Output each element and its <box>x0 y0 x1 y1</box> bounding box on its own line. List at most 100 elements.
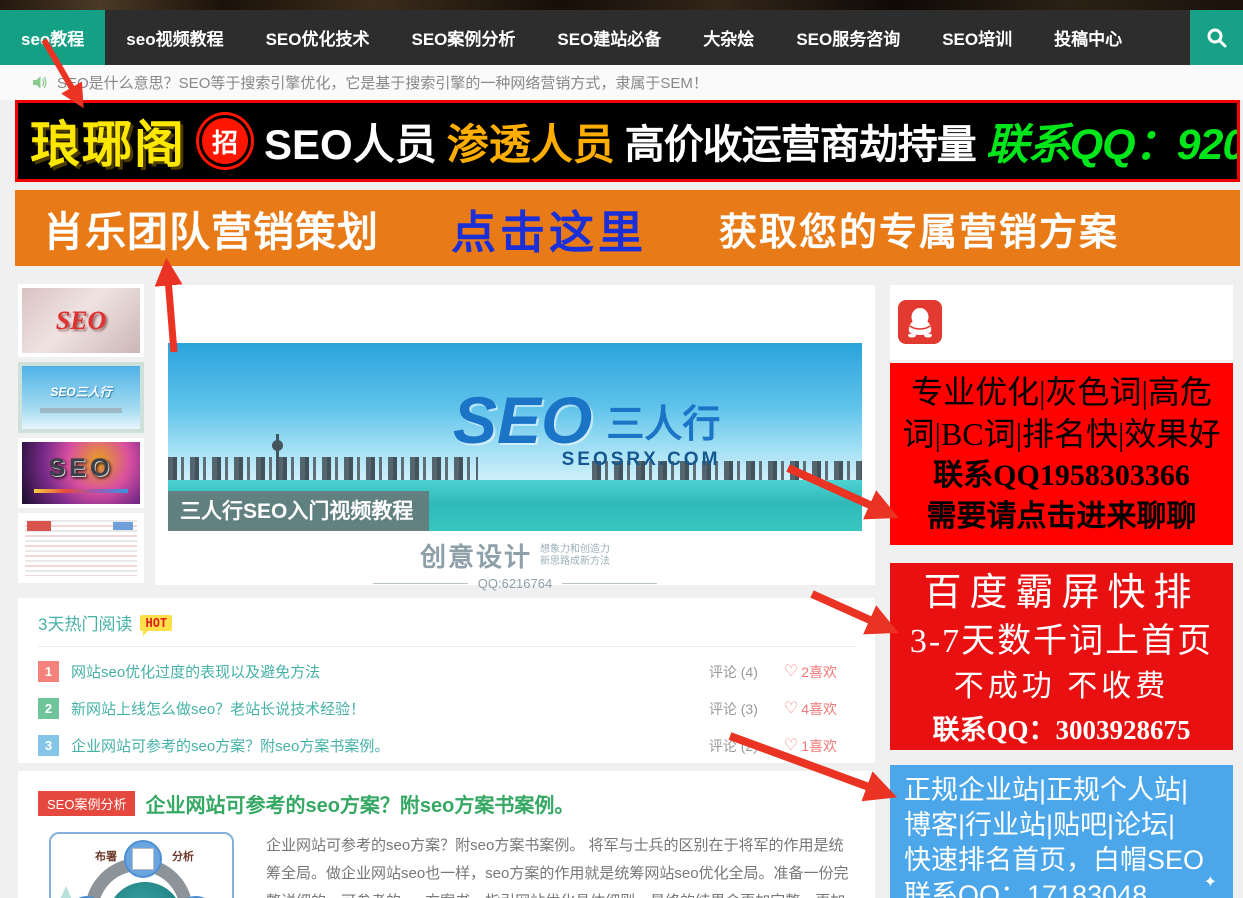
thumbnail-image-seo-colorful: SEO <box>22 442 140 504</box>
comments-link-1[interactable]: 评论 (4) <box>709 662 758 682</box>
recruit-contact-qq: 联系QQ：9205956 <box>986 110 1240 172</box>
thumbnail-text: SEO <box>49 454 114 483</box>
qq-contact-card <box>890 285 1233 360</box>
designer-watermark: 创意设计 想象力和创造力 新思路成新方法 QQ:6216764 <box>155 537 875 591</box>
diagram-node-top <box>124 840 162 878</box>
rank-badge-2: 2 <box>38 698 59 719</box>
ad-line: 快速排名首页，白帽SEO <box>904 843 1233 878</box>
thumbnail-serp-screenshot[interactable] <box>18 513 144 583</box>
search-icon <box>1206 27 1228 49</box>
skyline-left <box>168 457 478 482</box>
ad-contact-qq: 联系QQ：3003928675 <box>890 709 1233 750</box>
logo-seo-text: SEO <box>453 387 592 453</box>
recruit-ad-banner[interactable]: 琅琊阁 招 SEO人员 渗透人员 高价收运营商劫持量 联系QQ：9205956 <box>15 100 1240 182</box>
likes-count-2: 4喜欢 <box>801 699 837 719</box>
likes-link-3[interactable]: ♡1喜欢 <box>784 736 837 756</box>
tv-tower <box>276 434 279 482</box>
hot-list-item: 2 新网站上线怎么做seo？老站长说技术经验！ 评论 (3) ♡4喜欢 <box>38 690 855 727</box>
nav-item-seo-video[interactable]: seo视频教程 <box>105 10 244 65</box>
sidebar-ad-whitehat-seo[interactable]: 正规企业站|正规个人站| 博客|行业站|贴吧|论坛| 快速排名首页，白帽SEO … <box>890 765 1233 898</box>
article-title-link[interactable]: 企业网站可参考的seo方案？附seo方案书案例。 <box>145 789 574 818</box>
likes-count-3: 1喜欢 <box>801 736 837 756</box>
hot-post-link-2[interactable]: 新网站上线怎么做seo？老站长说技术经验！ <box>71 698 365 719</box>
comments-link-3[interactable]: 评论 (2) <box>709 736 758 756</box>
divider <box>38 646 855 647</box>
search-button[interactable] <box>1190 10 1243 65</box>
hot-post-link-3[interactable]: 企业网站可参考的seo方案？附seo方案书案例。 <box>71 735 389 756</box>
watermark-brand: 创意设计 <box>420 537 532 574</box>
ad-line: 专业优化|灰色词|高危 <box>890 371 1233 413</box>
seo-blog-homepage: seo教程 seo视频教程 SEO优化技术 SEO案例分析 SEO建站必备 大杂… <box>0 0 1243 898</box>
marketing-cta: 点击这里 <box>451 196 647 261</box>
thumbnail-seo-colorful[interactable]: SEO <box>18 438 144 508</box>
marketing-benefit: 获取您的专属营销方案 <box>719 201 1119 256</box>
logo-brand-text: 三人行 <box>606 393 720 448</box>
watermark-qq: QQ:6216764 <box>478 576 552 591</box>
featured-post-card: SEO 三人行 SEOSRX.COM 三人行SEO入门视频教程 创意设计 想象力… <box>155 285 875 585</box>
article-excerpt: 企业网站可参考的seo方案？附seo方案书案例。 将军与士兵的区别在于将军的作用… <box>266 832 854 898</box>
comments-link-2[interactable]: 评论 (3) <box>709 699 758 719</box>
diagram-label-deploy: 布署 <box>95 848 117 864</box>
category-tag[interactable]: SEO案例分析 <box>38 791 135 816</box>
likes-link-2[interactable]: ♡4喜欢 <box>784 699 837 719</box>
recruit-role-pentest: 渗透人员 <box>447 111 615 172</box>
thumbnail-list: SEO SEO三人行 SEO <box>18 284 144 588</box>
featured-caption: 三人行SEO入门视频教程 <box>168 491 429 531</box>
marketing-ad-banner[interactable]: 肖乐团队营销策划 点击这里 获取您的专属营销方案 <box>15 190 1240 266</box>
header-background-strip <box>0 0 1243 10</box>
rank-badge-1: 1 <box>38 661 59 682</box>
speaker-icon <box>32 75 49 90</box>
heart-icon: ♡ <box>784 738 798 754</box>
thumbnail-image-serp <box>22 517 140 579</box>
marketing-team-name: 肖乐团队营销策划 <box>43 198 379 258</box>
ad-line: 正规企业站|正规个人站| <box>904 773 1233 808</box>
sidebar-ad-gray-words[interactable]: 专业优化|灰色词|高危 词|BC词|排名快|效果好 联系QQ1958303366… <box>890 363 1233 545</box>
qq-penguin-icon <box>905 306 935 338</box>
thumbnail-seo-sanrenxing-selected[interactable]: SEO三人行 <box>18 362 144 433</box>
seosrx-logo: SEO 三人行 SEOSRX.COM <box>453 387 720 471</box>
thumbnail-image-seo-sanrenxing: SEO三人行 <box>22 366 140 429</box>
main-nav: seo教程 seo视频教程 SEO优化技术 SEO案例分析 SEO建站必备 大杂… <box>0 10 1243 65</box>
thumbnail-seo-red[interactable]: SEO <box>18 284 144 357</box>
likes-link-1[interactable]: ♡2喜欢 <box>784 662 837 682</box>
nav-item-seo-service[interactable]: SEO服务咨询 <box>775 10 921 65</box>
nav-item-misc[interactable]: 大杂烩 <box>682 10 775 65</box>
article-thumbnail-diagram[interactable]: 布署 分析 <box>49 832 234 898</box>
featured-hero-image[interactable]: SEO 三人行 SEOSRX.COM 三人行SEO入门视频教程 <box>168 343 862 531</box>
diagram-label-analyze: 分析 <box>172 848 194 864</box>
ad-line: 不成功 不收费 <box>890 665 1233 709</box>
hot-post-link-1[interactable]: 网站seo优化过度的表现以及避免方法 <box>71 661 320 682</box>
watermark-tagline-2: 新思路成新方法 <box>540 556 610 568</box>
qq-contact-button[interactable] <box>898 300 942 344</box>
hot-list-item: 3 企业网站可参考的seo方案？附seo方案书案例。 评论 (2) ♡1喜欢 <box>38 727 855 764</box>
nav-item-seo-optimization[interactable]: SEO优化技术 <box>245 10 391 65</box>
nav-item-seo-training[interactable]: SEO培训 <box>921 10 1033 65</box>
hot-badge: HOT <box>140 615 172 631</box>
watermark-tagline-1: 想象力和创造力 <box>540 544 610 556</box>
ad-line: 3-7天数千词上首页 <box>890 619 1233 665</box>
hot-posts-card: 3天热门阅读 HOT 1 网站seo优化过度的表现以及避免方法 评论 (4) ♡… <box>18 598 875 763</box>
thumbnail-text: SEO三人行 <box>50 383 111 400</box>
nav-item-seo-case[interactable]: SEO案例分析 <box>391 10 537 65</box>
ad-headline: 百度霸屏快排 <box>890 567 1233 619</box>
ad-line: 博客|行业站|贴吧|论坛| <box>904 808 1233 843</box>
sidebar-ad-baidu-ranking[interactable]: 百度霸屏快排 3-7天数千词上首页 不成功 不收费 联系QQ：300392867… <box>890 563 1233 750</box>
notice-bar: SEO是什么意思？SEO等于搜索引擎优化，它是基于搜索引擎的一种网络营销方式，隶… <box>0 65 1243 100</box>
rank-badge-3: 3 <box>38 735 59 756</box>
ad-line: 需要请点击进来聊聊 <box>890 496 1233 537</box>
thumbnail-image-seo-red: SEO <box>22 288 140 353</box>
thumbnail-text: SEO <box>56 306 107 336</box>
recruit-offer-text: 高价收运营商劫持量 <box>625 112 976 170</box>
recruit-role-seo: SEO人员 <box>264 111 437 172</box>
likes-count-1: 2喜欢 <box>801 662 837 682</box>
hot-section-title: 3天热门阅读 <box>38 610 132 635</box>
ad-contact-qq: 联系QQ：17183048 <box>904 878 1233 898</box>
recruit-badge: 招 <box>202 118 248 164</box>
diagram-arrow-left <box>57 886 75 898</box>
heart-icon: ♡ <box>784 701 798 717</box>
article-card: SEO案例分析 企业网站可参考的seo方案？附seo方案书案例。 布署 分析 企… <box>18 771 875 898</box>
ad-contact-qq: 联系QQ1958303366 <box>890 455 1233 496</box>
nav-item-seo-tutorial[interactable]: seo教程 <box>0 10 105 65</box>
nav-item-seo-site-building[interactable]: SEO建站必备 <box>536 10 682 65</box>
nav-item-submission[interactable]: 投稿中心 <box>1033 10 1143 65</box>
